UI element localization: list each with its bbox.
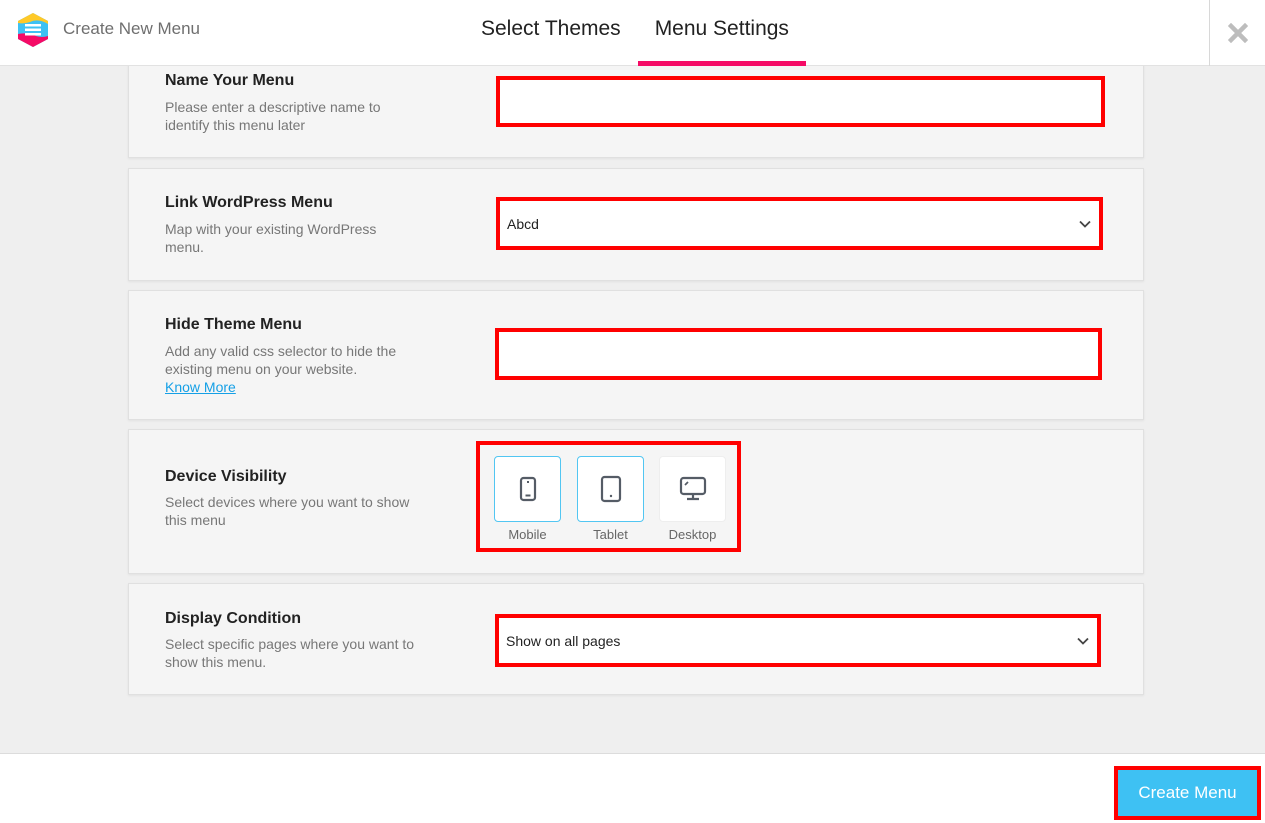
- link-wp-menu-card: Link WordPress Menu Map with your existi…: [128, 168, 1144, 281]
- device-visibility-title: Device Visibility: [165, 468, 287, 485]
- know-more-link[interactable]: Know More: [165, 379, 236, 395]
- display-condition-selected-value: Show on all pages: [506, 632, 621, 649]
- device-mobile-box: [494, 456, 561, 522]
- device-desktop[interactable]: Desktop: [659, 456, 726, 544]
- desktop-icon: [679, 476, 706, 501]
- device-mobile-label: Mobile: [508, 527, 547, 542]
- link-wp-menu-title: Link WordPress Menu: [165, 194, 333, 211]
- tab-menu-settings[interactable]: Menu Settings: [637, 0, 807, 66]
- app-logo-icon: [18, 13, 48, 47]
- display-condition-description: Select specific pages where you want to …: [165, 636, 415, 670]
- name-menu-card: Name Your Menu Please enter a descriptiv…: [128, 66, 1144, 158]
- css-selector-input[interactable]: [499, 332, 1098, 376]
- settings-panel: Name Your Menu Please enter a descriptiv…: [0, 66, 1265, 754]
- wp-menu-select[interactable]: Abcd: [496, 197, 1103, 250]
- wp-menu-selected-value: Abcd: [507, 215, 539, 232]
- close-button[interactable]: [1209, 0, 1265, 66]
- device-mobile[interactable]: Mobile: [494, 456, 561, 544]
- hide-theme-menu-title: Hide Theme Menu: [165, 316, 302, 333]
- device-visibility-description: Select devices where you want to show th…: [165, 494, 410, 528]
- create-menu-button[interactable]: Create Menu: [1114, 766, 1261, 820]
- device-tablet[interactable]: Tablet: [577, 456, 644, 544]
- header: Create New Menu Select Themes Menu Setti…: [0, 0, 1265, 66]
- tab-bar: Select Themes Menu Settings: [464, 0, 807, 66]
- css-selector-field[interactable]: [495, 328, 1102, 380]
- close-icon: [1227, 23, 1248, 43]
- chevron-down-icon: [1077, 637, 1089, 645]
- hide-theme-menu-description: Add any valid css selector to hide the e…: [165, 342, 415, 396]
- device-selector: Mobile Tablet Desktop: [476, 441, 741, 552]
- device-tablet-box: [577, 456, 644, 522]
- chevron-down-icon: [1079, 220, 1091, 228]
- menu-name-field[interactable]: [496, 76, 1105, 127]
- name-menu-description: Please enter a descriptive name to ident…: [165, 99, 381, 133]
- menu-name-input[interactable]: [500, 80, 1101, 123]
- link-wp-menu-description: Map with your existing WordPress menu.: [165, 221, 377, 255]
- app-title: Create New Menu: [63, 19, 201, 38]
- device-desktop-label: Desktop: [668, 527, 717, 542]
- mobile-icon: [519, 476, 536, 502]
- device-desktop-box: [659, 456, 726, 522]
- name-menu-title: Name Your Menu: [165, 72, 295, 89]
- footer: Create Menu: [0, 753, 1265, 823]
- display-condition-select[interactable]: Show on all pages: [495, 614, 1101, 667]
- tablet-icon: [600, 475, 621, 503]
- tab-select-themes[interactable]: Select Themes: [464, 0, 638, 66]
- hide-theme-menu-description-text: Add any valid css selector to hide the e…: [165, 343, 397, 377]
- display-condition-title: Display Condition: [165, 610, 301, 627]
- device-tablet-label: Tablet: [593, 527, 628, 542]
- display-condition-card: Display Condition Select specific pages …: [128, 583, 1144, 695]
- hide-theme-menu-card: Hide Theme Menu Add any valid css select…: [128, 290, 1144, 420]
